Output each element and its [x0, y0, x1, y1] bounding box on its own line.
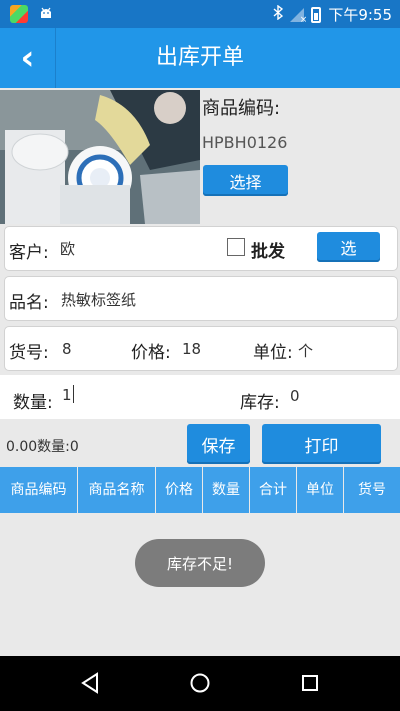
item-name-row: 品名: 热敏标签纸: [4, 276, 398, 321]
clock: 下午9:55: [328, 6, 392, 24]
price-label: 价格:: [131, 343, 171, 363]
print-button[interactable]: 打印: [262, 424, 381, 464]
unit-input[interactable]: 个: [298, 340, 313, 361]
product-image: [0, 90, 200, 224]
customer-input[interactable]: 欧: [60, 238, 75, 259]
page-title: 出库开单: [155, 45, 244, 70]
nav-home-icon[interactable]: [187, 670, 213, 696]
column-header-product-code[interactable]: 商品编码: [0, 467, 78, 513]
customer-label: 客户:: [9, 243, 49, 263]
product-code-value: HPBH0126: [202, 133, 288, 152]
column-header-total[interactable]: 合计: [250, 467, 297, 513]
order-summary: 0.00数量:0: [6, 439, 79, 455]
sku-label: 货号:: [9, 343, 49, 363]
battery-charging-icon: [311, 6, 322, 23]
customer-row: 客户: 欧 批发 选: [4, 226, 398, 271]
product-code-label: 商品编码:: [202, 98, 281, 119]
signal-no-sim-icon: [290, 7, 307, 25]
toast-message: 库存不足!: [135, 539, 265, 587]
stock-value: 0: [290, 387, 300, 405]
quantity-label: 数量:: [13, 393, 53, 413]
column-header-product-name[interactable]: 商品名称: [78, 467, 156, 513]
column-header-quantity[interactable]: 数量: [203, 467, 250, 513]
chevron-left-icon: ‹: [20, 38, 35, 78]
item-name-label: 品名:: [9, 293, 49, 313]
column-header-sku[interactable]: 货号: [344, 467, 400, 513]
wholesale-checkbox[interactable]: [227, 238, 245, 256]
status-bar: 下午9:55: [0, 0, 400, 28]
bluetooth-icon: [273, 4, 284, 24]
android-notification-icon: [38, 5, 54, 21]
pick-customer-button[interactable]: 选: [317, 232, 380, 262]
stock-label: 库存:: [240, 393, 280, 413]
quantity-row: 数量: 1 库存: 0: [0, 375, 400, 419]
column-header-unit[interactable]: 单位: [297, 467, 344, 513]
save-button[interactable]: 保存: [187, 424, 250, 464]
line-items-table-header: 商品编码 商品名称 价格 数量 合计 单位 货号: [0, 467, 400, 513]
app-notification-icon: [10, 5, 28, 23]
app-header: ‹ 出库开单: [0, 28, 400, 88]
system-nav-bar: [0, 656, 400, 711]
nav-recents-icon[interactable]: [297, 670, 323, 696]
back-button[interactable]: ‹: [0, 28, 56, 88]
nav-back-icon[interactable]: [77, 670, 103, 696]
unit-label: 单位:: [253, 343, 293, 363]
sku-input[interactable]: 8: [62, 340, 72, 358]
item-name-input[interactable]: 热敏标签纸: [61, 289, 136, 310]
select-product-button[interactable]: 选择: [203, 165, 288, 196]
column-header-price[interactable]: 价格: [156, 467, 203, 513]
price-input[interactable]: 18: [182, 340, 201, 358]
wholesale-label: 批发: [251, 242, 285, 262]
quantity-input[interactable]: 1: [62, 385, 74, 404]
details-row: 货号: 8 价格: 18 单位: 个: [4, 326, 398, 371]
